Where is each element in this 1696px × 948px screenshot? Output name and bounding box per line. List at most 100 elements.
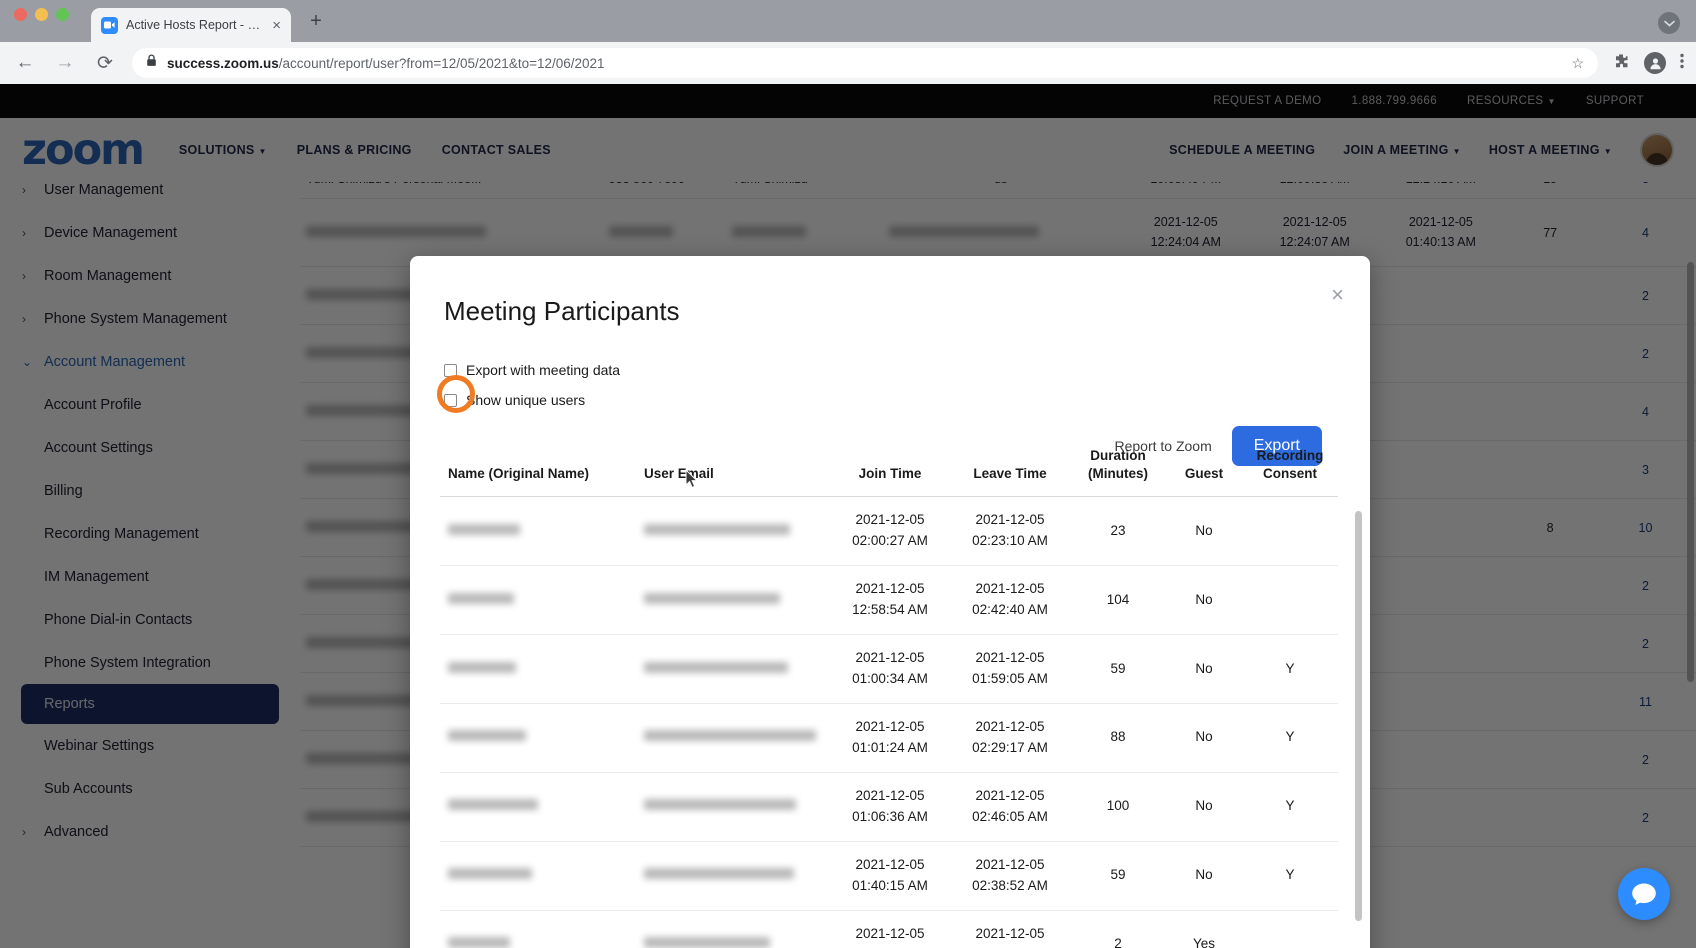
col-recording-line1: Recording bbox=[1256, 448, 1324, 463]
cell-email bbox=[640, 634, 830, 704]
cell-guest: No bbox=[1166, 772, 1242, 842]
url-domain: success.zoom.us bbox=[167, 55, 279, 71]
option-export-with-meeting-data[interactable]: Export with meeting data bbox=[444, 355, 1336, 385]
zoom-video-icon bbox=[101, 16, 118, 34]
cell-name bbox=[440, 496, 640, 567]
cell-join-time: 2021-12-05 01:01:24 AM bbox=[830, 703, 950, 773]
table-row: 2021-12-05 02:00:27 AM 2021-12-05 02:23:10… bbox=[440, 496, 1338, 567]
col-user-email: User Email bbox=[640, 447, 830, 498]
cell-guest: No bbox=[1166, 634, 1242, 704]
option-label: Export with meeting data bbox=[466, 362, 621, 378]
tab-search-icon[interactable] bbox=[1658, 12, 1680, 34]
col-recording-consent: Recording Consent bbox=[1242, 447, 1338, 498]
cell-duration: 59 bbox=[1070, 841, 1166, 911]
address-bar-url: success.zoom.us/account/report/user?from… bbox=[167, 56, 605, 71]
close-tab-button[interactable]: × bbox=[272, 18, 281, 33]
cell-guest: Yes bbox=[1166, 910, 1242, 948]
cell-leave-time: 2021-12-05 02:23:10 AM bbox=[950, 496, 1070, 567]
checkbox-export-with-meeting-data[interactable] bbox=[444, 363, 457, 377]
cell-join-time: 2021-12-05 02:00:27 AM bbox=[830, 496, 950, 567]
url-path: /account/report/user?from=12/05/2021&to=… bbox=[278, 55, 605, 71]
cell-email bbox=[640, 496, 830, 567]
forward-button[interactable]: → bbox=[52, 52, 78, 74]
cell-leave-time: 2021-12-05 02:38:52 AM bbox=[950, 841, 1070, 911]
cell-email bbox=[640, 703, 830, 773]
reload-button[interactable]: ⟳ bbox=[92, 52, 118, 75]
profile-avatar[interactable] bbox=[1644, 52, 1666, 74]
cell-recording-consent bbox=[1242, 496, 1338, 567]
address-bar[interactable]: success.zoom.us/account/report/user?from… bbox=[132, 48, 1598, 78]
cell-name bbox=[440, 841, 640, 911]
cell-leave-time: 2021-12-05 02:42:40 AM bbox=[950, 565, 1070, 636]
toolbar-icons bbox=[1612, 52, 1684, 75]
table-row: 2021-12-0512:59:10 AM 2021-12-0501:00:50… bbox=[440, 910, 1338, 948]
col-name: Name (Original Name) bbox=[440, 447, 640, 498]
cell-recording-consent: Y bbox=[1242, 841, 1338, 911]
modal-options: Export with meeting data Show unique use… bbox=[410, 327, 1370, 415]
cell-recording-consent: Y bbox=[1242, 772, 1338, 842]
minimize-window-button[interactable] bbox=[35, 7, 48, 21]
browser-toolbar: ← → ⟳ success.zoom.us/account/report/use… bbox=[0, 42, 1696, 84]
cell-email bbox=[640, 565, 830, 636]
cell-duration: 100 bbox=[1070, 772, 1166, 842]
cell-guest: No bbox=[1166, 565, 1242, 636]
table-row: 2021-12-05 01:00:34 AM 2021-12-05 01:59:05… bbox=[440, 634, 1338, 704]
cell-leave-time: 2021-12-05 02:46:05 AM bbox=[950, 772, 1070, 842]
col-join-time: Join Time bbox=[830, 447, 950, 498]
table-row: 2021-12-05 01:01:24 AM 2021-12-05 02:29:17… bbox=[440, 703, 1338, 773]
mouse-cursor bbox=[685, 468, 699, 494]
tab-strip: Active Hosts Report - Zoom × + bbox=[0, 0, 1696, 42]
cell-name bbox=[440, 565, 640, 636]
extensions-puzzle-icon[interactable] bbox=[1612, 52, 1630, 75]
lock-icon bbox=[146, 54, 157, 72]
cell-duration: 104 bbox=[1070, 565, 1166, 636]
back-button[interactable]: ← bbox=[12, 52, 38, 74]
modal-scrollbar-thumb[interactable] bbox=[1355, 511, 1362, 921]
cell-leave-time: 2021-12-05 02:29:17 AM bbox=[950, 703, 1070, 773]
cell-leave-time: 2021-12-05 01:59:05 AM bbox=[950, 634, 1070, 704]
cell-guest: No bbox=[1166, 703, 1242, 773]
col-guest: Guest bbox=[1166, 447, 1242, 498]
participants-table-body: 2021-12-05 02:00:27 AM 2021-12-05 02:23:10… bbox=[440, 496, 1338, 948]
browser-menu-icon[interactable] bbox=[1680, 53, 1684, 74]
bookmark-star-icon[interactable]: ☆ bbox=[1571, 55, 1584, 72]
browser-tab[interactable]: Active Hosts Report - Zoom × bbox=[91, 8, 291, 42]
maximize-window-button[interactable] bbox=[56, 7, 69, 21]
option-label: Show unique users bbox=[466, 392, 586, 408]
cell-email bbox=[640, 772, 830, 842]
cell-email bbox=[640, 910, 830, 948]
table-row: 2021-12-05 01:40:15 AM 2021-12-05 02:38:52… bbox=[440, 841, 1338, 911]
cell-join-time: 2021-12-05 01:06:36 AM bbox=[830, 772, 950, 842]
close-window-button[interactable] bbox=[14, 7, 27, 21]
cell-recording-consent: Y bbox=[1242, 634, 1338, 704]
window-traffic-lights bbox=[14, 0, 69, 42]
cell-duration: 23 bbox=[1070, 496, 1166, 567]
option-show-unique-users[interactable]: Show unique users bbox=[444, 385, 1336, 415]
table-header-row: Name (Original Name) User Email Join Tim… bbox=[440, 447, 1338, 498]
cell-leave-time: 2021-12-0501:00:50 AM bbox=[950, 910, 1070, 948]
cell-name bbox=[440, 772, 640, 842]
cell-name bbox=[440, 703, 640, 773]
page-viewport: REQUEST A DEMO 1.888.799.9666 RESOURCES▼… bbox=[0, 84, 1696, 948]
chat-bubble-icon[interactable] bbox=[1618, 868, 1670, 920]
col-duration: Duration (Minutes) bbox=[1070, 447, 1166, 498]
cell-guest: No bbox=[1166, 841, 1242, 911]
modal-title: Meeting Participants bbox=[444, 296, 680, 326]
cell-join-time: 2021-12-05 01:40:15 AM bbox=[830, 841, 950, 911]
table-row: 2021-12-05 12:58:54 AM 2021-12-05 02:42:40… bbox=[440, 565, 1338, 636]
cell-join-time: 2021-12-05 12:58:54 AM bbox=[830, 565, 950, 636]
cell-guest: No bbox=[1166, 496, 1242, 567]
cell-join-time: 2021-12-05 01:00:34 AM bbox=[830, 634, 950, 704]
browser-tab-title: Active Hosts Report - Zoom bbox=[126, 18, 265, 32]
browser-window: Active Hosts Report - Zoom × + ← → ⟳ suc… bbox=[0, 0, 1696, 948]
cell-recording-consent bbox=[1242, 565, 1338, 636]
col-duration-line2: (Minutes) bbox=[1088, 466, 1148, 482]
col-leave-time: Leave Time bbox=[950, 447, 1070, 498]
cell-recording-consent: Y bbox=[1242, 703, 1338, 773]
cell-join-time: 2021-12-0512:59:10 AM bbox=[830, 910, 950, 948]
new-tab-button[interactable]: + bbox=[303, 8, 329, 34]
close-modal-button[interactable]: × bbox=[1331, 284, 1344, 306]
cell-email bbox=[640, 841, 830, 911]
cell-duration: 2 bbox=[1070, 910, 1166, 948]
checkbox-show-unique-users[interactable] bbox=[444, 393, 457, 407]
